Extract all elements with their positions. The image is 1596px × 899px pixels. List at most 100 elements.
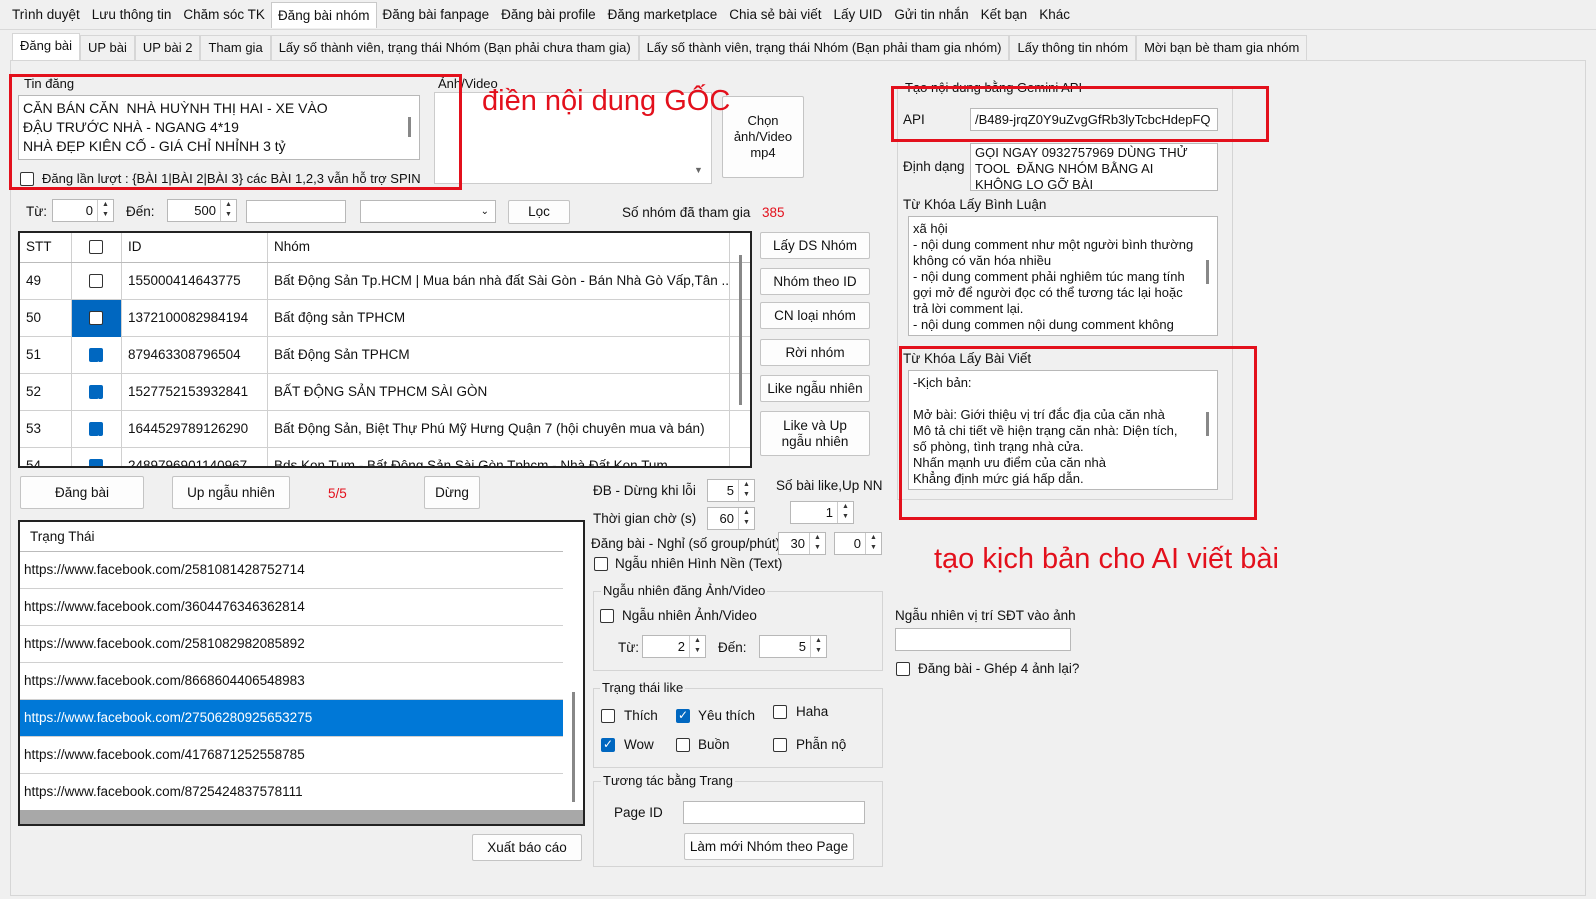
menu-marketplace[interactable]: Đăng marketplace	[602, 2, 724, 28]
menu-add-friend[interactable]: Kết bạn	[975, 2, 1034, 28]
random-like-button[interactable]: Like ngẫu nhiên	[760, 375, 870, 402]
groups-table-scrollbar[interactable]	[739, 255, 742, 405]
filter-group-type-button[interactable]: CN loại nhóm	[760, 302, 870, 329]
row-select[interactable]	[72, 448, 122, 466]
rest-minutes-input[interactable]: 0 ▲ ▼	[834, 532, 882, 555]
tab-group-info[interactable]: Lấy thông tin nhóm	[1009, 35, 1137, 60]
like-and-up-button[interactable]: Like và Up ngẫu nhiên	[760, 411, 870, 456]
merge-images-checkbox[interactable]	[896, 662, 910, 676]
header-id[interactable]: ID	[122, 233, 268, 262]
header-select-all[interactable]	[72, 233, 122, 262]
likes-count-input[interactable]: 1 ▲ ▼	[790, 501, 854, 524]
menu-other[interactable]: Khác	[1033, 2, 1076, 28]
row-select[interactable]	[72, 263, 122, 300]
status-list: Trạng Thái https://www.facebook.com/2581…	[18, 520, 585, 826]
tab-members-not-joined[interactable]: Lấy số thành viên, trạng thái Nhóm (Bạn …	[270, 35, 639, 60]
random-up-button[interactable]: Up ngẫu nhiên	[172, 476, 290, 509]
get-groups-button[interactable]: Lấy DS Nhóm	[760, 232, 870, 259]
list-item[interactable]: https://www.facebook.com/258108142875271…	[20, 552, 563, 589]
table-row[interactable]: 51 879463308796504 Bất Động Sản TPHCM	[20, 337, 750, 374]
table-row[interactable]: 52 1527752153932841 BẤT ĐỘNG SẢN TPHCM S…	[20, 374, 750, 411]
list-item[interactable]: https://www.facebook.com/872542483757811…	[20, 774, 563, 811]
filter-select[interactable]: ⌄	[360, 200, 496, 223]
header-group[interactable]: Nhóm	[268, 233, 730, 262]
from-input[interactable]: 0 ▲ ▼	[52, 199, 114, 222]
list-item[interactable]: https://www.facebook.com/258108298208589…	[20, 626, 563, 663]
groups-by-id-button[interactable]: Nhóm theo ID	[760, 268, 870, 295]
row-group-name: Bất động sản TPHCM	[268, 300, 730, 337]
reaction-love-checkbox[interactable]	[676, 708, 690, 723]
reaction-haha-checkbox[interactable]	[773, 705, 787, 719]
format-textarea[interactable]: GỌI NGAY 0932757969 DÙNG THỬ TOOL ĐĂNG N…	[970, 143, 1218, 191]
list-item[interactable]: https://www.facebook.com/417687125255878…	[20, 737, 563, 774]
menu-get-uid[interactable]: Lấy UID	[828, 2, 889, 28]
menu-share-post[interactable]: Chia sẻ bài viết	[723, 2, 827, 28]
leave-group-button[interactable]: Rời nhóm	[760, 339, 870, 366]
random-background-checkbox[interactable]	[594, 557, 608, 571]
table-row[interactable]: 49 155000414643775 Bất Động Sản Tp.HCM |…	[20, 263, 750, 300]
reaction-like-checkbox[interactable]	[601, 709, 615, 723]
row-checkbox[interactable]	[89, 458, 103, 466]
tab-up-post[interactable]: UP bài	[80, 35, 135, 60]
random-media-group	[593, 591, 883, 671]
media-scroll-down-icon[interactable]: ▼	[694, 165, 703, 175]
reaction-wow-checkbox[interactable]	[601, 737, 615, 752]
list-item[interactable]: https://www.facebook.com/360447634636281…	[20, 589, 563, 626]
tab-join[interactable]: Tham gia	[200, 35, 271, 60]
status-list-scrollbar[interactable]	[572, 692, 575, 802]
menu-save-info[interactable]: Lưu thông tin	[86, 2, 178, 28]
row-id: 879463308796504	[122, 337, 268, 374]
reaction-sad-checkbox[interactable]	[676, 738, 690, 752]
random-media-checkbox[interactable]	[600, 609, 614, 623]
export-report-button[interactable]: Xuất báo cáo	[472, 834, 582, 861]
menu-account-care[interactable]: Chăm sóc TK	[177, 2, 271, 28]
tab-up-post-2[interactable]: UP bài 2	[134, 35, 201, 60]
menu-group-post[interactable]: Đăng bài nhóm	[270, 1, 377, 28]
tab-invite-friends[interactable]: Mời bạn bè tham gia nhóm	[1136, 35, 1308, 60]
stop-on-error-input[interactable]: 5 ▲ ▼	[707, 479, 755, 502]
choose-media-button[interactable]: Chọn ảnh/Video mp4	[722, 96, 804, 178]
post-button[interactable]: Đăng bài	[20, 476, 144, 509]
comment-keyword-scrollbar[interactable]	[1206, 260, 1209, 284]
menu-browser[interactable]: Trình duyệt	[6, 2, 86, 28]
tab-post[interactable]: Đăng bài	[12, 33, 81, 60]
header-stt[interactable]: STT	[20, 233, 72, 262]
row-checkbox[interactable]	[89, 384, 103, 411]
media-to-input[interactable]: 5 ▲ ▼	[759, 635, 827, 658]
tab-members-joined[interactable]: Lấy số thành viên, trạng thái Nhóm (Bạn …	[638, 35, 1010, 60]
table-row[interactable]: 50 1372100082984194 Bất động sản TPHCM	[20, 300, 750, 337]
menu-send-message[interactable]: Gửi tin nhắn	[888, 2, 974, 28]
row-select[interactable]	[72, 300, 122, 337]
reaction-angry-checkbox[interactable]	[773, 738, 787, 752]
page-id-input[interactable]	[683, 801, 865, 824]
stop-button[interactable]: Dừng	[424, 476, 480, 509]
wait-time-input[interactable]: 60 ▲ ▼	[707, 507, 755, 530]
random-media-label: Ngẫu nhiên Ảnh/Video	[622, 608, 757, 623]
annotation-original-content: điền nội dung GỐC	[482, 85, 731, 117]
filter-button[interactable]: Lọc	[508, 200, 570, 224]
phone-position-input[interactable]	[895, 628, 1071, 651]
filter-text-input[interactable]	[246, 200, 346, 223]
menu-profile-post[interactable]: Đăng bài profile	[495, 2, 602, 28]
row-select[interactable]	[72, 337, 122, 374]
row-checkbox[interactable]	[89, 347, 103, 374]
row-checkbox[interactable]	[89, 274, 103, 288]
table-row[interactable]: 53 1644529789126290 Bất Động Sản, Biệt T…	[20, 411, 750, 448]
refresh-groups-by-page-button[interactable]: Làm mới Nhóm theo Page	[684, 833, 854, 860]
to-input[interactable]: 500 ▲ ▼	[167, 199, 237, 222]
list-item[interactable]: https://www.facebook.com/866860440654898…	[20, 663, 563, 700]
list-item-selected[interactable]: https://www.facebook.com/275062809256532…	[20, 700, 563, 737]
select-all-checkbox[interactable]	[89, 240, 103, 254]
rest-groups-input[interactable]: 30 ▲ ▼	[778, 532, 826, 555]
from-label: Từ:	[26, 204, 48, 219]
wait-time-label: Thời gian chờ (s)	[593, 511, 697, 526]
comment-keyword-textarea[interactable]: xã hội - nội dung comment như một người …	[908, 216, 1218, 336]
media-from-input[interactable]: 2 ▲ ▼	[642, 635, 706, 658]
row-select[interactable]	[72, 374, 122, 411]
row-checkbox[interactable]	[89, 311, 103, 325]
row-stt: 49	[20, 263, 72, 300]
menu-fanpage-post[interactable]: Đăng bài fanpage	[377, 2, 496, 28]
row-select[interactable]	[72, 411, 122, 448]
row-checkbox[interactable]	[89, 421, 103, 448]
table-row[interactable]: 54 2489796901140967 Bds Kon Tum - Bất Độ…	[20, 448, 750, 466]
